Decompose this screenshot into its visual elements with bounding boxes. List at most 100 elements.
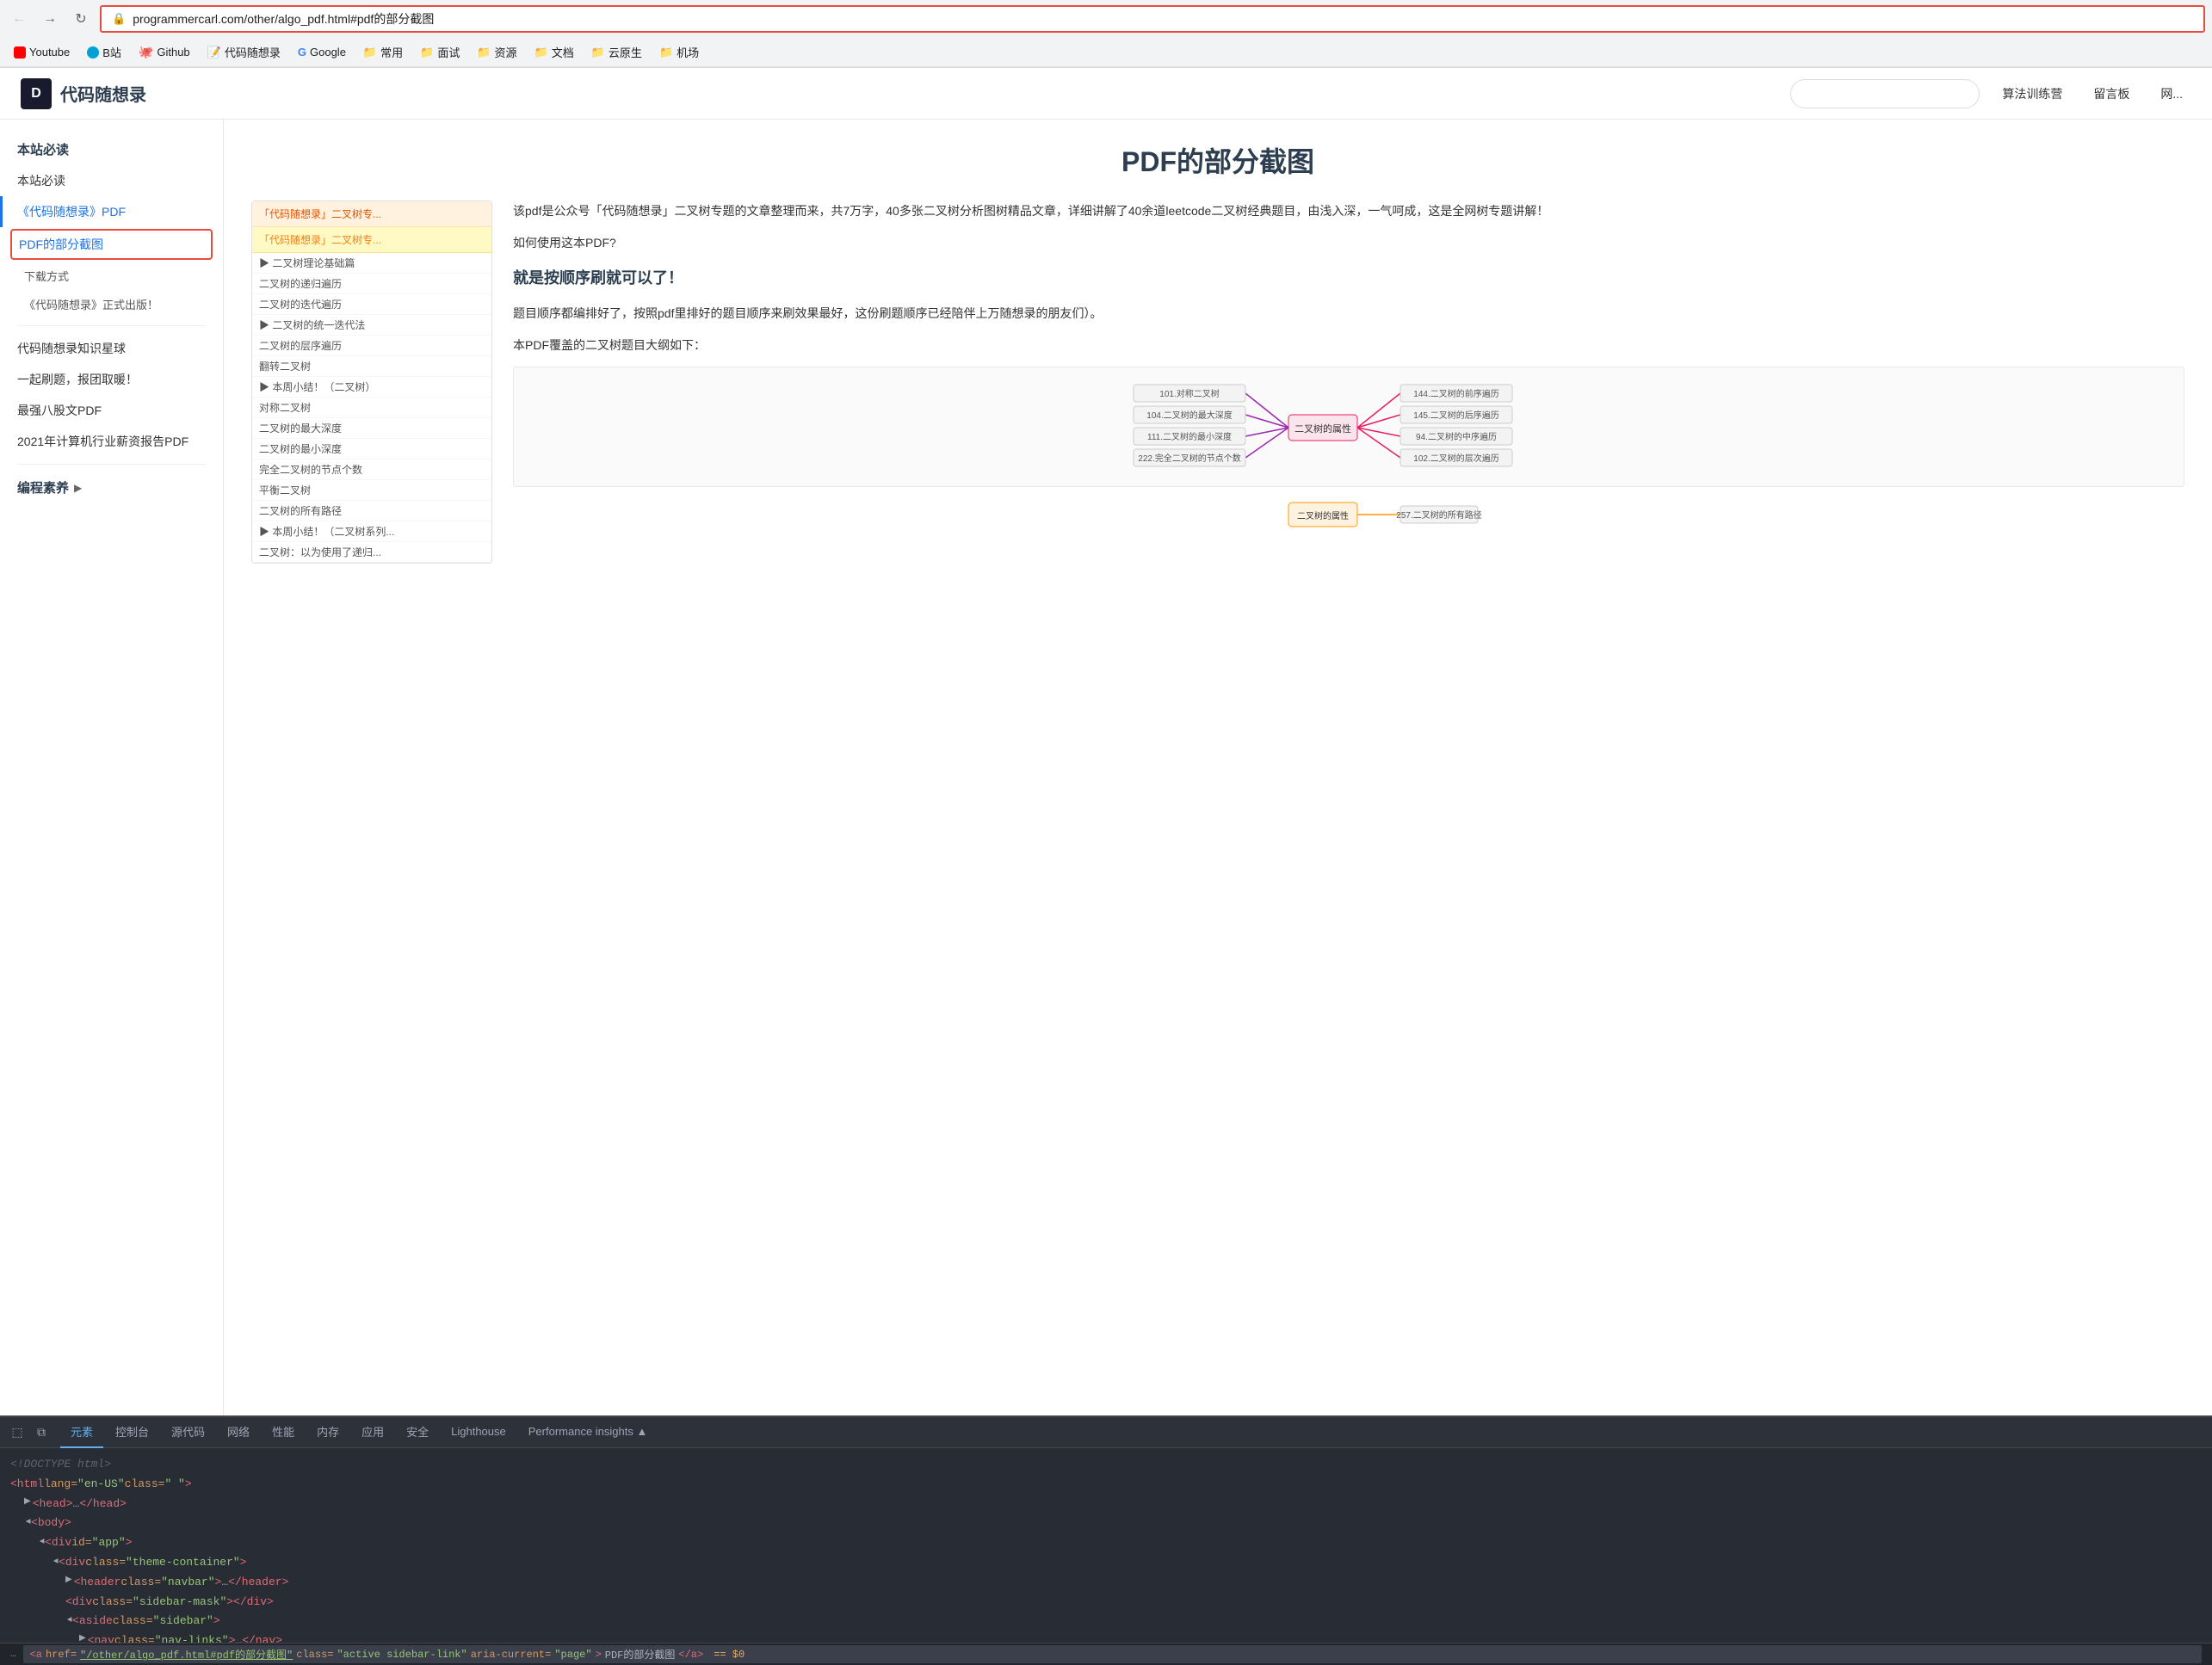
sidebar-item-bgwpdf[interactable]: 最强八股文PDF [0, 395, 223, 426]
bilibili-icon [87, 46, 99, 59]
tab-performance-insights[interactable]: Performance insights ▲ [518, 1418, 658, 1446]
html-source: <!DOCTYPE html> <html lang="en-US" class… [0, 1448, 2212, 1643]
triangle-theme[interactable]: ▼ [47, 1558, 61, 1563]
html-line-nav: ▶ <nav class="nav-links" >…</nav> [10, 1631, 2202, 1643]
forward-button[interactable]: → [38, 7, 62, 31]
svg-text:222.完全二叉树的节点个数: 222.完全二叉树的节点个数 [1138, 453, 1240, 464]
toc-item-4[interactable]: 二叉树的层序遍历 [252, 336, 491, 356]
toc-item-11[interactable]: 平衡二叉树 [252, 480, 491, 501]
toc-item-6[interactable]: ▶ 本周小结！（二叉树） [252, 377, 491, 398]
pdf-preview: 「代码随想录」二叉树专... 「代码随想录」二叉树专... ▶ 二叉树理论基础篇… [251, 200, 492, 564]
selected-element-bar: … <a href= "/other/algo_pdf.html#pdf的部分截… [0, 1643, 2212, 1665]
bookmark-google[interactable]: G Google [291, 42, 353, 62]
bookmark-code[interactable]: 📝 代码随想录 [201, 40, 287, 64]
search-input[interactable] [1790, 79, 1980, 108]
pdf-toc-header-2: 「代码随想录」二叉树专... [252, 227, 491, 253]
sidebar-item-pdf[interactable]: 《代码随想录》PDF [0, 196, 223, 227]
bookmark-wendang-label: 文档 [552, 44, 574, 60]
bookmark-changyong[interactable]: 📁 常用 [356, 40, 410, 64]
tab-performance[interactable]: 性能 [262, 1416, 305, 1448]
tab-application[interactable]: 应用 [351, 1416, 394, 1448]
nav-more[interactable]: 网... [2152, 80, 2191, 108]
tab-elements[interactable]: 元素 [60, 1416, 103, 1448]
tab-security[interactable]: 安全 [396, 1416, 439, 1448]
pdf-toc-header: 「代码随想录」二叉树专... [252, 201, 491, 227]
bookmark-icon: 📝 [207, 46, 221, 59]
svg-text:94.二叉树的中序遍历: 94.二叉树的中序遍历 [1416, 431, 1497, 442]
toc-item-0[interactable]: ▶ 二叉树理论基础篇 [252, 253, 491, 274]
svg-text:104.二叉树的最大深度: 104.二叉树的最大深度 [1146, 410, 1232, 421]
bookmark-youtube-label: Youtube [29, 46, 70, 59]
main-content: PDF的部分截图 「代码随想录」二叉树专... 「代码随想录」二叉树专... ▶… [224, 120, 2212, 1415]
sidebar-item-benstanbidu[interactable]: 本站必读 [0, 165, 223, 196]
toc-item-12[interactable]: 二叉树的所有路径 [252, 501, 491, 521]
site-header: D 代码随想录 算法训练营 留言板 网... [0, 68, 2212, 120]
cursor-tool-btn[interactable]: ⬚ [7, 1422, 28, 1443]
tab-lighthouse[interactable]: Lighthouse [441, 1418, 516, 1446]
bookmark-bilibili-label: B站 [102, 44, 121, 60]
triangle-body[interactable]: ▼ [20, 1519, 34, 1524]
article-text: 该pdf是公众号「代码随想录」二叉树专题的文章整理而来，共7万字，40多张二叉树… [513, 200, 2184, 564]
triangle-header[interactable]: ▶ [65, 1574, 72, 1588]
google-icon: G [298, 46, 306, 59]
back-button[interactable]: ← [7, 7, 31, 31]
toc-item-5[interactable]: 翻转二叉树 [252, 356, 491, 377]
toc-item-13[interactable]: ▶ 本周小结！（二叉树系列... [252, 521, 491, 542]
bookmark-mianshi[interactable]: 📁 面试 [413, 40, 466, 64]
bookmark-jichang[interactable]: 📁 机场 [652, 40, 706, 64]
toc-item-8[interactable]: 二叉树的最大深度 [252, 418, 491, 439]
sidebar-item-team[interactable]: 一起刷题，报团取暖！ [0, 364, 223, 395]
tab-memory[interactable]: 内存 [306, 1416, 349, 1448]
bookmark-bilibili[interactable]: B站 [80, 40, 128, 64]
toc-item-9[interactable]: 二叉树的最小深度 [252, 439, 491, 459]
mind-map-label-2: 二叉树的属性 257.二叉树的所有路径 [513, 494, 2184, 544]
bookmark-youtube[interactable]: Youtube [7, 42, 77, 62]
triangle-nav[interactable]: ▶ [79, 1632, 86, 1643]
nav-guestbook[interactable]: 留言板 [2085, 80, 2138, 108]
device-tool-btn[interactable]: ⧉ [31, 1422, 52, 1443]
triangle-head[interactable]: ▶ [24, 1495, 31, 1509]
address-bar[interactable]: 🔒 programmercarl.com/other/algo_pdf.html… [100, 5, 2205, 33]
toc-item-1[interactable]: 二叉树的递归遍历 [252, 274, 491, 294]
site-logo: D 代码随想录 [21, 78, 146, 109]
nav-training[interactable]: 算法训练营 [1993, 80, 2071, 108]
address-text[interactable]: programmercarl.com/other/algo_pdf.html#p… [133, 10, 2193, 28]
toc-item-10[interactable]: 完全二叉树的节点个数 [252, 459, 491, 480]
href-link[interactable]: "/other/algo_pdf.html#pdf的部分截图" [80, 1647, 293, 1662]
bookmark-github[interactable]: 🐙 Github [132, 41, 197, 63]
svg-text:145.二叉树的后序遍历: 145.二叉树的后序遍历 [1413, 410, 1498, 421]
dots-icon: … [10, 1650, 16, 1660]
intro-desc: 该pdf是公众号「代码随想录」二叉树专题的文章整理而来，共7万字，40多张二叉树… [513, 200, 2184, 222]
sidebar-item-pdf-screenshot[interactable]: PDF的部分截图 [10, 229, 213, 260]
bookmark-yuanyuan[interactable]: 📁 云原生 [584, 40, 649, 64]
sidebar-divider [17, 325, 206, 326]
folder-icon-2: 📁 [420, 46, 434, 59]
tab-network[interactable]: 网络 [217, 1416, 260, 1448]
triangle-app[interactable]: ▼ [34, 1539, 47, 1544]
logo-icon: D [21, 78, 52, 109]
devtools-tabs: ⬚ ⧉ 元素 控制台 源代码 网络 性能 内存 应用 安全 Lighthouse… [0, 1417, 2212, 1448]
tab-sources[interactable]: 源代码 [161, 1416, 215, 1448]
toc-item-2[interactable]: 二叉树的迭代遍历 [252, 294, 491, 315]
toc-item-7[interactable]: 对称二叉树 [252, 398, 491, 418]
sidebar-item-salary[interactable]: 2021年计算机行业薪资报告PDF [0, 426, 223, 457]
toc-item-3[interactable]: ▶ 二叉树的统一迭代法 [252, 315, 491, 336]
reload-button[interactable]: ↻ [69, 7, 93, 31]
bookmark-wendang[interactable]: 📁 文档 [528, 40, 581, 64]
folder-icon-6: 📁 [659, 46, 673, 59]
svg-text:101.对称二叉树: 101.对称二叉树 [1159, 388, 1219, 399]
tab-console[interactable]: 控制台 [105, 1416, 159, 1448]
sidebar-item-publish[interactable]: 《代码随想录》正式出版！ [0, 290, 223, 318]
folder-icon-4: 📁 [534, 46, 548, 59]
triangle-aside[interactable]: ▼ [61, 1617, 75, 1622]
html-line-theme-container: ▼ <div class="theme-container" > [10, 1553, 2202, 1573]
bookmark-changyong-label: 常用 [380, 44, 403, 60]
svg-text:102.二叉树的层次遍历: 102.二叉树的层次遍历 [1413, 453, 1498, 464]
sidebar-item-download[interactable]: 下载方式 [0, 262, 223, 290]
bookmark-ziyuan[interactable]: 📁 资源 [470, 40, 523, 64]
toc-intro: 本PDF覆盖的二叉树题目大纲如下： [513, 335, 2184, 356]
sidebar-item-zhishixingqiu[interactable]: 代码随想录知识星球 [0, 333, 223, 364]
html-line-aside: ▼ <aside class="sidebar" > [10, 1612, 2202, 1631]
youtube-icon [14, 46, 26, 59]
toc-item-14[interactable]: 二叉树：以为使用了递归... [252, 542, 491, 563]
